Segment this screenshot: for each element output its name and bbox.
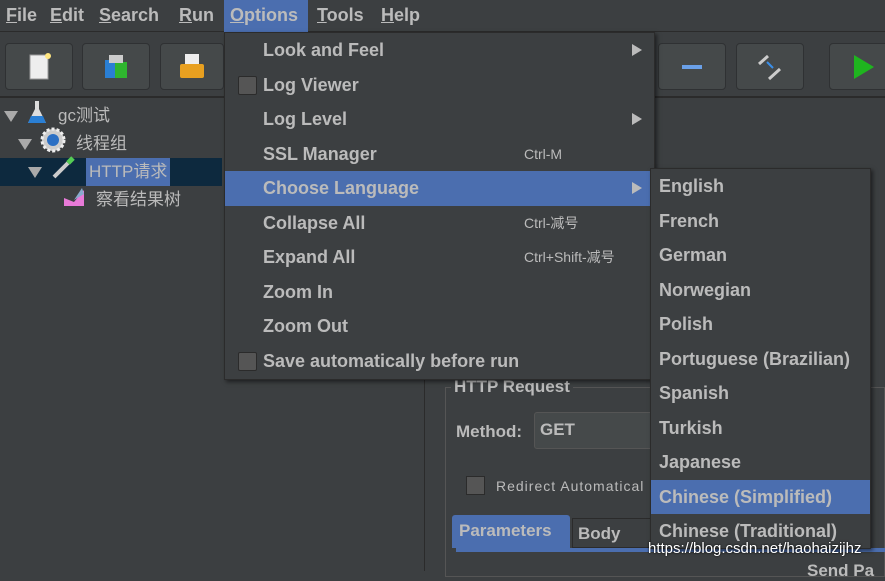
menu-item-label: Zoom Out — [263, 316, 348, 336]
menu-options[interactable]: Options — [224, 0, 308, 32]
new-document-icon — [29, 52, 51, 79]
method-select[interactable]: GET — [534, 412, 664, 449]
expand-triangle-icon[interactable] — [18, 138, 32, 150]
tab-parameters[interactable]: Parameters — [452, 515, 570, 548]
watermark: https://blog.csdn.net/haohaizijhz — [648, 540, 862, 557]
new-button[interactable] — [5, 43, 73, 90]
method-label: Method: — [456, 422, 523, 441]
menu-label: Run — [179, 5, 214, 25]
menu-run[interactable]: Run — [173, 0, 220, 32]
language-chinese-simplified[interactable]: Chinese (Simplified) — [651, 479, 870, 514]
menu-search[interactable]: Search — [93, 0, 165, 32]
choose-language-submenu: English French German Norwegian Polish Portug… — [650, 168, 871, 549]
tree-node[interactable]: 察看结果树 — [62, 186, 181, 214]
menu-help[interactable]: Help — [375, 0, 426, 32]
language-spanish[interactable]: Spanish — [651, 376, 870, 411]
menu-tools[interactable]: Tools — [311, 0, 370, 32]
menu-item-label: Log Viewer — [263, 74, 359, 95]
templates-button[interactable] — [82, 43, 150, 90]
tree-node-label: HTTP请求 — [86, 158, 171, 186]
menu-label: Help — [381, 5, 421, 25]
menu-file[interactable]: File — [0, 0, 43, 32]
checkbox[interactable] — [238, 75, 257, 95]
submenu-arrow-icon — [632, 44, 642, 56]
language-turkish[interactable]: Turkish — [651, 411, 870, 446]
language-norwegian[interactable]: Norwegian — [651, 273, 870, 308]
language-english[interactable]: English — [651, 169, 870, 204]
collapse-button[interactable] — [658, 43, 726, 90]
menu-item-zoom-out[interactable]: Zoom Out — [225, 309, 654, 344]
menu-item-zoom-in[interactable]: Zoom In — [225, 275, 654, 310]
language-japanese[interactable]: Japanese — [651, 445, 870, 480]
chart-icon — [62, 184, 86, 217]
menu-label: Search — [99, 5, 160, 25]
redirect-checkbox[interactable] — [466, 476, 485, 495]
shortcut-label: Ctrl+Shift-减号 — [524, 249, 615, 265]
send-parameters-label: Send Pa — [807, 561, 875, 580]
tree-node[interactable]: HTTP请求 — [0, 155, 222, 186]
play-icon — [854, 54, 874, 79]
language-french[interactable]: French — [651, 204, 870, 239]
submenu-arrow-icon — [632, 113, 642, 125]
checkbox[interactable] — [238, 351, 257, 371]
menu-item-label: Save automatically before run — [263, 350, 520, 371]
menu-item-label: Choose Language — [263, 178, 420, 198]
templates-icon — [105, 54, 127, 78]
menu-item-choose-language[interactable]: Choose Language — [225, 171, 654, 206]
menu-label: Options — [230, 5, 299, 25]
options-menu: Look and Feel Log Viewer Log Level SSL Mana… — [224, 32, 655, 380]
language-portuguese-brazilian[interactable]: Portuguese (Brazilian) — [651, 342, 870, 377]
menu-item-label: Look and Feel — [263, 40, 385, 60]
menu-label: File — [6, 5, 38, 25]
menu-item-log-level[interactable]: Log Level — [225, 102, 654, 137]
tab-body-data[interactable]: Body Da — [572, 518, 652, 548]
menu-edit[interactable]: Edit — [44, 0, 90, 32]
menu-label: Tools — [317, 5, 364, 25]
menu-item-label: Collapse All — [263, 212, 366, 233]
menu-item-label: Expand All — [263, 247, 356, 267]
menu-item-label: SSL Manager — [263, 143, 377, 164]
menu-item-save-automatically-before-run[interactable]: Save automatically before run — [225, 344, 654, 379]
open-button[interactable] — [160, 43, 224, 90]
tree-node-label: 察看结果树 — [96, 190, 181, 209]
tree-node-label: 线程组 — [76, 134, 127, 153]
expand-triangle-icon[interactable] — [4, 110, 18, 122]
submenu-arrow-icon — [632, 182, 642, 194]
shortcut-label: Ctrl-减号 — [524, 214, 579, 231]
menu-bar: File Edit Search Run Options Tools Help — [0, 0, 885, 32]
toggle-icon — [758, 54, 782, 80]
test-plan-tree: gc测试 线程组 HTTP请求 察看结果树 — [0, 100, 222, 571]
start-button[interactable] — [829, 43, 885, 90]
menu-item-collapse-all[interactable]: Collapse All Ctrl-减号 — [225, 206, 654, 241]
menu-item-label: Log Level — [263, 109, 348, 129]
http-request-title: HTTP Request — [451, 377, 573, 397]
menu-item-look-and-feel[interactable]: Look and Feel — [225, 33, 654, 68]
menu-item-ssl-manager[interactable]: SSL Manager Ctrl-M — [225, 137, 654, 172]
language-german[interactable]: German — [651, 238, 870, 273]
expand-triangle-icon[interactable] — [28, 166, 42, 178]
language-polish[interactable]: Polish — [651, 307, 870, 342]
minus-icon — [682, 64, 702, 69]
toggle-button[interactable] — [736, 43, 804, 90]
open-folder-icon — [180, 53, 204, 78]
menu-item-expand-all[interactable]: Expand All Ctrl+Shift-减号 — [225, 240, 654, 275]
redirect-label: Redirect Automatical — [496, 478, 645, 494]
menu-item-label: Zoom In — [263, 281, 333, 302]
menu-item-log-viewer[interactable]: Log Viewer — [225, 68, 654, 103]
shortcut-label: Ctrl-M — [524, 145, 563, 162]
menu-label: Edit — [50, 5, 85, 25]
